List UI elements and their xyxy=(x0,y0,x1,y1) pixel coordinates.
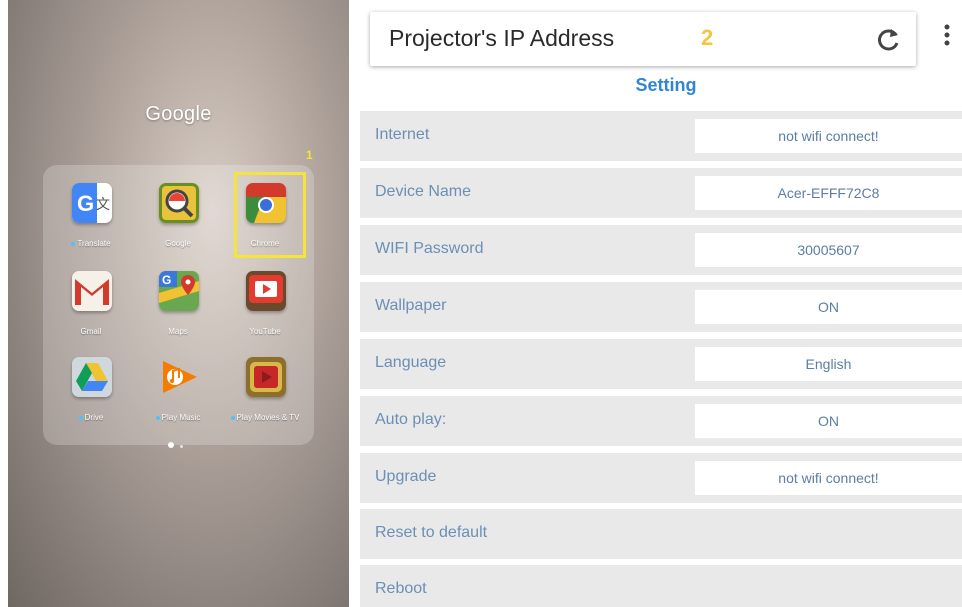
row-value[interactable]: not wifi connect! xyxy=(695,461,962,495)
row-label: Auto play: xyxy=(375,411,447,428)
app-label: Play Movies & TV xyxy=(236,413,300,422)
more-vert-icon[interactable] xyxy=(942,22,952,52)
app-translate[interactable]: G 文 Translate xyxy=(51,167,131,248)
maps-icon: G xyxy=(159,271,199,311)
app-drive[interactable]: Drive xyxy=(51,341,131,422)
row-label: Internet xyxy=(375,126,430,143)
gmail-icon xyxy=(72,271,112,311)
row-label: Reset to default xyxy=(375,524,488,541)
svg-text:G: G xyxy=(77,191,94,216)
app-label: Google xyxy=(165,239,191,248)
row-label: Device Name xyxy=(375,183,472,200)
setting-row-wifi-password[interactable]: WIFI Password 30005607 xyxy=(360,225,962,275)
app-play-music[interactable]: Play Music xyxy=(138,341,218,422)
youtube-icon xyxy=(246,271,286,311)
app-gmail[interactable]: Gmail xyxy=(51,255,131,336)
google-search-icon xyxy=(159,183,199,223)
page-title: Projector's IP Address xyxy=(389,25,615,51)
home-screen: Google G 文 Translate Google Chrome Gmail… xyxy=(8,0,349,607)
setting-row-reset[interactable]: Reset to default xyxy=(360,509,962,559)
app-label: YouTube xyxy=(249,327,281,336)
app-label: Drive xyxy=(84,413,104,422)
app-label: Play Music xyxy=(161,413,201,422)
app-maps[interactable]: G Maps xyxy=(138,255,218,336)
row-label: Reboot xyxy=(375,580,427,597)
setting-row-internet[interactable]: Internet not wifi connect! xyxy=(360,111,962,161)
app-youtube[interactable]: YouTube xyxy=(225,255,305,336)
row-value[interactable]: 30005607 xyxy=(695,233,962,267)
folder-title: Google xyxy=(145,103,212,125)
callout-marker-1: 1 xyxy=(306,148,313,162)
app-label: Maps xyxy=(168,327,188,336)
svg-text:G: G xyxy=(162,273,171,287)
app-play-movies[interactable]: Play Movies & TV xyxy=(225,341,305,422)
row-value[interactable]: ON xyxy=(695,290,962,324)
app-google[interactable]: Google xyxy=(138,167,218,248)
row-label: Language xyxy=(375,354,447,371)
play-movies-icon xyxy=(246,357,286,397)
row-value[interactable]: English xyxy=(695,347,962,381)
google-translate-icon: G 文 xyxy=(72,183,112,223)
play-music-icon xyxy=(159,357,199,397)
row-label: WIFI Password xyxy=(375,240,484,257)
app-label: Translate xyxy=(77,239,111,248)
drive-icon xyxy=(72,357,112,397)
refresh-icon[interactable] xyxy=(874,26,902,54)
setting-row-wallpaper[interactable]: Wallpaper ON xyxy=(360,282,962,332)
setting-row-language[interactable]: Language English xyxy=(360,339,962,389)
app-label: Gmail xyxy=(80,327,102,336)
address-bar[interactable]: Projector's IP Address 2 xyxy=(370,12,916,66)
setting-row-device-name[interactable]: Device Name Acer-EFFF72C8 xyxy=(360,168,962,218)
setting-row-auto-play[interactable]: Auto play: ON xyxy=(360,396,962,446)
settings-screen: Projector's IP Address 2 Setting Interne… xyxy=(360,0,962,607)
setting-row-upgrade[interactable]: Upgrade not wifi connect! xyxy=(360,453,962,503)
row-value[interactable]: not wifi connect! xyxy=(695,119,962,153)
setting-row-reboot[interactable]: Reboot xyxy=(360,565,962,607)
page-indicator xyxy=(168,435,189,453)
settings-heading: Setting xyxy=(635,75,697,95)
callout-marker-2: 2 xyxy=(701,25,714,50)
row-label: Upgrade xyxy=(375,468,437,485)
svg-text:文: 文 xyxy=(96,197,110,213)
row-value[interactable]: ON xyxy=(695,404,962,438)
row-value[interactable]: Acer-EFFF72C8 xyxy=(695,176,962,210)
row-label: Wallpaper xyxy=(375,297,447,314)
chrome-highlight-box xyxy=(234,172,306,258)
